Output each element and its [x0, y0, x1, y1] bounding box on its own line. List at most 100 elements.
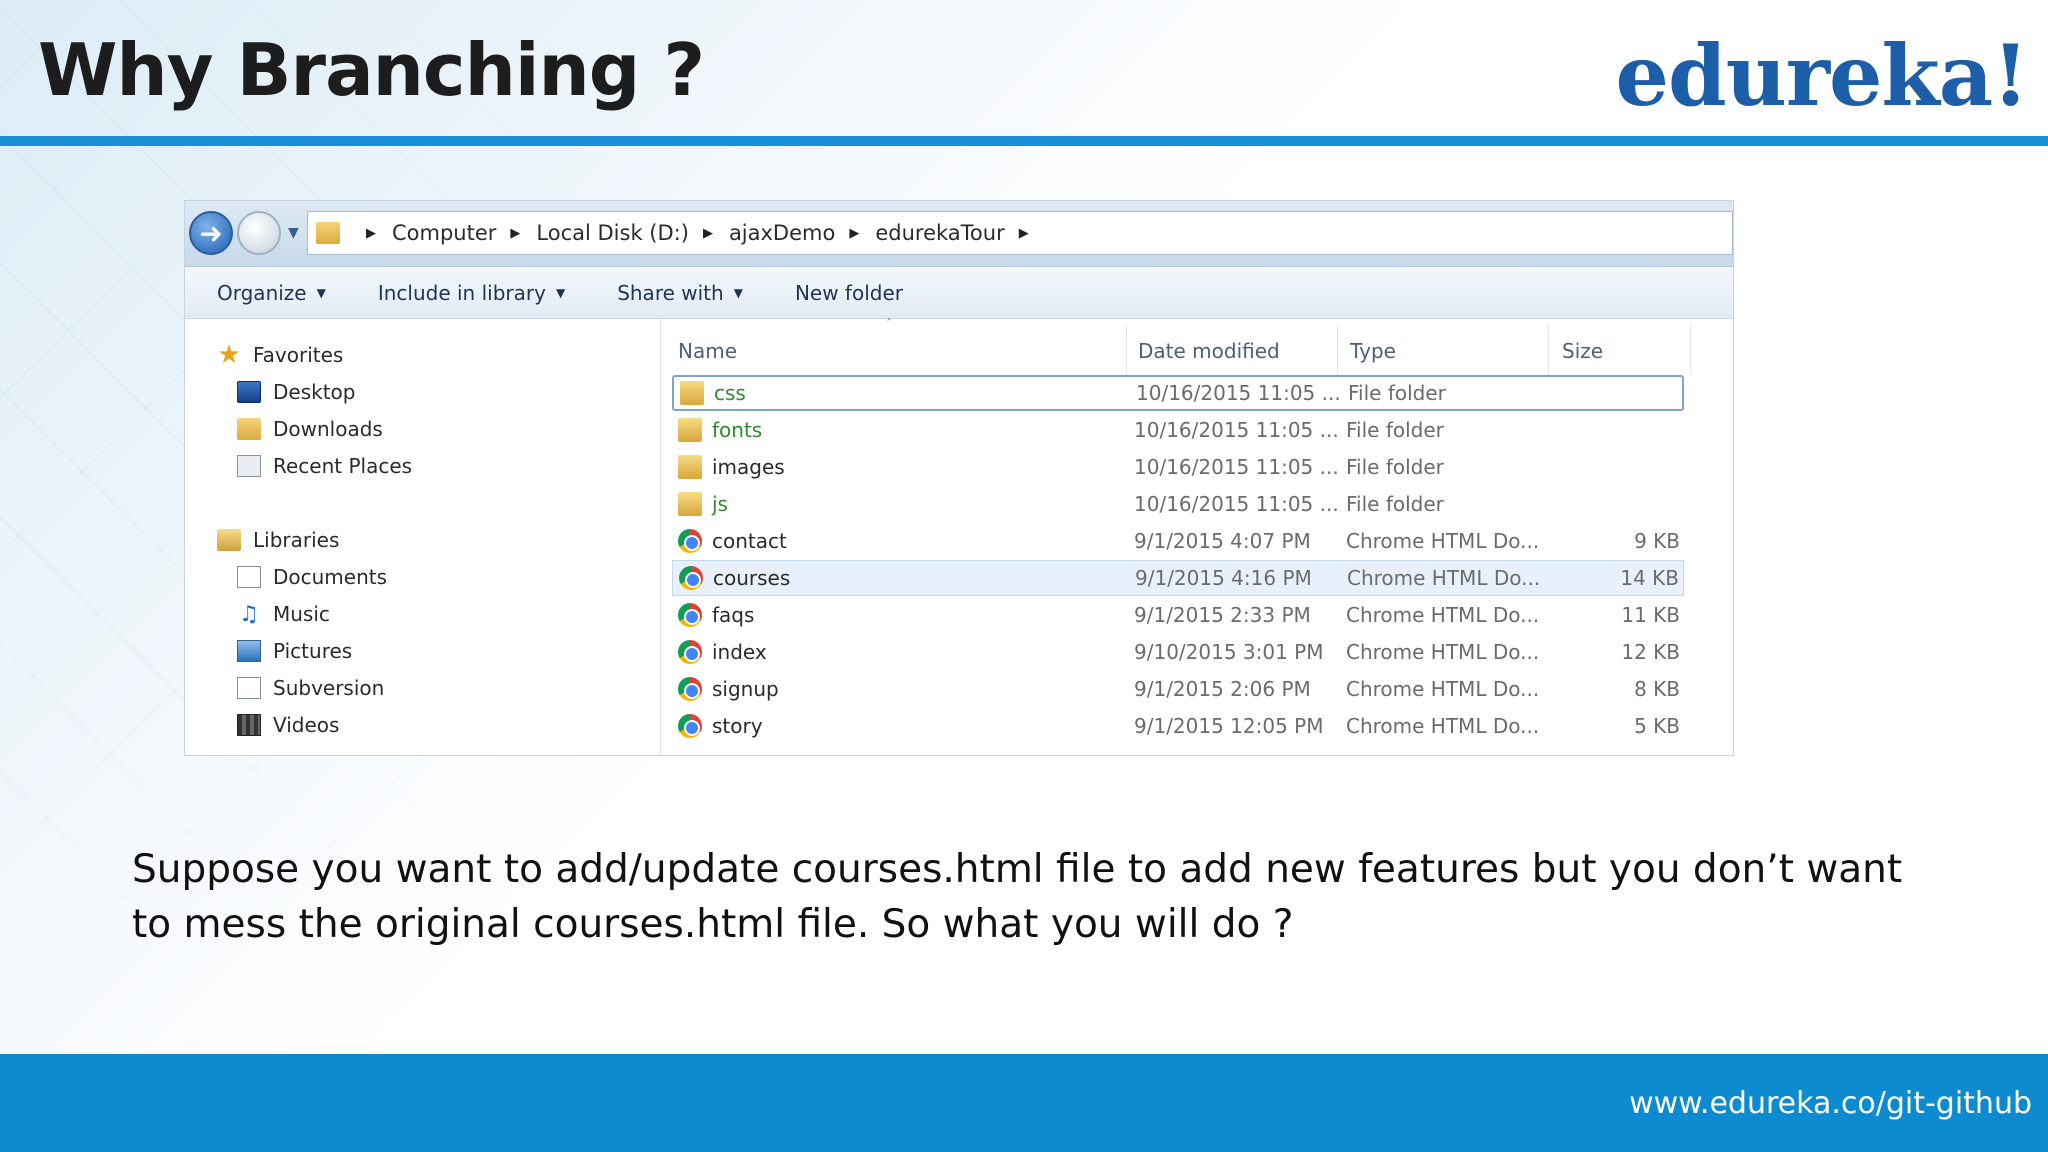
- file-row-css[interactable]: css 10/16/2015 11:05 ... File folder: [672, 375, 1684, 411]
- libraries-icon: [217, 529, 241, 551]
- folder-icon: [678, 455, 702, 479]
- nav-item-label: Recent Places: [273, 454, 413, 478]
- file-row-faqs[interactable]: faqs 9/1/2015 2:33 PM Chrome HTML Do... …: [672, 597, 1684, 633]
- address-bar: ➜ ▼ ▶ Computer ▶ Local Disk (D:) ▶ ajaxD…: [185, 201, 1733, 267]
- file-row-contact[interactable]: contact 9/1/2015 4:07 PM Chrome HTML Do.…: [672, 523, 1684, 559]
- file-name: contact: [712, 529, 787, 553]
- column-header-size[interactable]: Size: [1562, 339, 1603, 363]
- file-name: story: [712, 714, 763, 738]
- column-header-name[interactable]: Name: [678, 339, 737, 363]
- include-in-library-button[interactable]: Include in library ▼: [378, 281, 565, 305]
- command-bar: Organize ▼ Include in library ▼ Share with…: [185, 267, 1733, 319]
- desktop-icon: [237, 381, 261, 403]
- file-explorer-window: ➜ ▼ ▶ Computer ▶ Local Disk (D:) ▶ ajaxD…: [184, 200, 1734, 757]
- breadcrumb: ▶ Computer ▶ Local Disk (D:) ▶ ajaxDemo …: [352, 221, 1045, 245]
- footer-url[interactable]: www.edureka.co/git-github: [1629, 1086, 2032, 1121]
- breadcrumb-chevron-icon[interactable]: ▶: [849, 226, 859, 241]
- nav-item-favorites[interactable]: ★ Favorites: [217, 339, 343, 371]
- file-row-js[interactable]: js 10/16/2015 11:05 ... File folder: [672, 486, 1684, 522]
- file-size: 14 KB: [1620, 566, 1679, 590]
- documents-icon: [237, 566, 261, 588]
- file-date: 10/16/2015 11:05 ...: [1134, 492, 1339, 516]
- column-divider[interactable]: [1548, 325, 1549, 375]
- nav-item-label: Libraries: [253, 528, 340, 552]
- nav-item-label: Pictures: [273, 639, 353, 663]
- nav-item-label: Documents: [273, 565, 388, 589]
- new-folder-button[interactable]: New folder: [795, 281, 903, 305]
- breadcrumb-item[interactable]: Local Disk (D:): [536, 221, 689, 245]
- recent-locations-dropdown-icon[interactable]: ▼: [288, 225, 299, 241]
- back-button[interactable]: ➜: [189, 211, 233, 255]
- chrome-html-icon: [679, 566, 703, 590]
- forward-button[interactable]: [237, 211, 281, 255]
- folder-icon: [678, 418, 702, 442]
- nav-item-label: Desktop: [273, 380, 356, 404]
- file-row-index[interactable]: index 9/10/2015 3:01 PM Chrome HTML Do..…: [672, 634, 1684, 670]
- column-header-type[interactable]: Type: [1350, 339, 1396, 363]
- brand-logo: edureka!: [1615, 26, 2029, 125]
- share-with-label: Share with: [617, 280, 724, 305]
- file-type: Chrome HTML Do...: [1347, 566, 1541, 590]
- file-date: 10/16/2015 11:05 ...: [1134, 418, 1339, 442]
- file-date: 9/10/2015 3:01 PM: [1134, 640, 1324, 664]
- file-list: Name ˆ Date modified Type Size css 10/16…: [662, 317, 1733, 757]
- file-row-story[interactable]: story 9/1/2015 12:05 PM Chrome HTML Do..…: [672, 708, 1684, 744]
- nav-item-label: Videos: [273, 713, 340, 737]
- organize-button[interactable]: Organize ▼: [217, 281, 326, 305]
- nav-item-downloads[interactable]: Downloads: [237, 413, 383, 445]
- file-name: js: [712, 492, 728, 516]
- file-size: 8 KB: [1634, 677, 1680, 701]
- file-type: File folder: [1348, 381, 1446, 405]
- breadcrumb-item[interactable]: Computer: [392, 221, 496, 245]
- folder-icon: [678, 492, 702, 516]
- nav-item-pictures[interactable]: Pictures: [237, 635, 352, 667]
- share-with-button[interactable]: Share with ▼: [617, 281, 743, 305]
- slide-title: Why Branching ?: [38, 28, 705, 112]
- nav-item-recent-places[interactable]: Recent Places: [237, 450, 412, 482]
- breadcrumb-chevron-icon[interactable]: ▶: [703, 226, 713, 241]
- file-name: courses: [713, 566, 791, 590]
- chevron-down-icon: ▼: [555, 285, 566, 300]
- file-size: 5 KB: [1634, 714, 1680, 738]
- breadcrumb-chevron-icon[interactable]: ▶: [1019, 226, 1029, 241]
- nav-item-libraries[interactable]: Libraries: [217, 524, 339, 556]
- file-date: 9/1/2015 12:05 PM: [1134, 714, 1324, 738]
- file-row-fonts[interactable]: fonts 10/16/2015 11:05 ... File folder: [672, 412, 1684, 448]
- navigation-pane: ★ Favorites Desktop Downloads Recent Pla…: [185, 319, 661, 757]
- pictures-icon: [237, 640, 261, 662]
- file-row-images[interactable]: images 10/16/2015 11:05 ... File folder: [672, 449, 1684, 485]
- file-type: Chrome HTML Do...: [1346, 603, 1540, 627]
- file-name: index: [712, 640, 767, 664]
- nav-item-music[interactable]: ♫ Music: [237, 598, 330, 630]
- star-icon: ★: [217, 340, 241, 370]
- file-date: 9/1/2015 4:16 PM: [1135, 566, 1312, 590]
- file-date: 9/1/2015 4:07 PM: [1134, 529, 1311, 553]
- file-type: File folder: [1346, 418, 1444, 442]
- breadcrumb-chevron-icon[interactable]: ▶: [510, 226, 520, 241]
- column-header-date-modified[interactable]: Date modified: [1138, 339, 1280, 363]
- nav-item-desktop[interactable]: Desktop: [237, 376, 355, 408]
- file-row-signup[interactable]: signup 9/1/2015 2:06 PM Chrome HTML Do..…: [672, 671, 1684, 707]
- file-date: 10/16/2015 11:05 ...: [1136, 381, 1341, 405]
- address-path[interactable]: ▶ Computer ▶ Local Disk (D:) ▶ ajaxDemo …: [307, 211, 1733, 255]
- column-divider[interactable]: [1337, 325, 1338, 375]
- file-size: 11 KB: [1621, 603, 1680, 627]
- nav-item-subversion[interactable]: Subversion: [237, 672, 384, 704]
- column-divider[interactable]: [1126, 325, 1127, 375]
- file-date: 9/1/2015 2:06 PM: [1134, 677, 1311, 701]
- nav-item-documents[interactable]: Documents: [237, 561, 387, 593]
- file-type: Chrome HTML Do...: [1346, 677, 1540, 701]
- file-size: 12 KB: [1621, 640, 1680, 664]
- nav-item-videos[interactable]: Videos: [237, 709, 339, 741]
- breadcrumb-chevron-icon[interactable]: ▶: [366, 226, 376, 241]
- file-type: File folder: [1346, 492, 1444, 516]
- chrome-html-icon: [678, 677, 702, 701]
- file-type: Chrome HTML Do...: [1346, 714, 1540, 738]
- slide-caption: Suppose you want to add/update courses.h…: [132, 847, 1903, 947]
- file-row-courses[interactable]: courses 9/1/2015 4:16 PM Chrome HTML Do.…: [672, 560, 1684, 596]
- column-divider[interactable]: [1690, 325, 1691, 375]
- chevron-down-icon: ▼: [733, 285, 743, 300]
- breadcrumb-item[interactable]: ajaxDemo: [729, 221, 835, 245]
- include-in-library-label: Include in library: [377, 280, 546, 305]
- breadcrumb-item[interactable]: edurekaTour: [875, 221, 1004, 245]
